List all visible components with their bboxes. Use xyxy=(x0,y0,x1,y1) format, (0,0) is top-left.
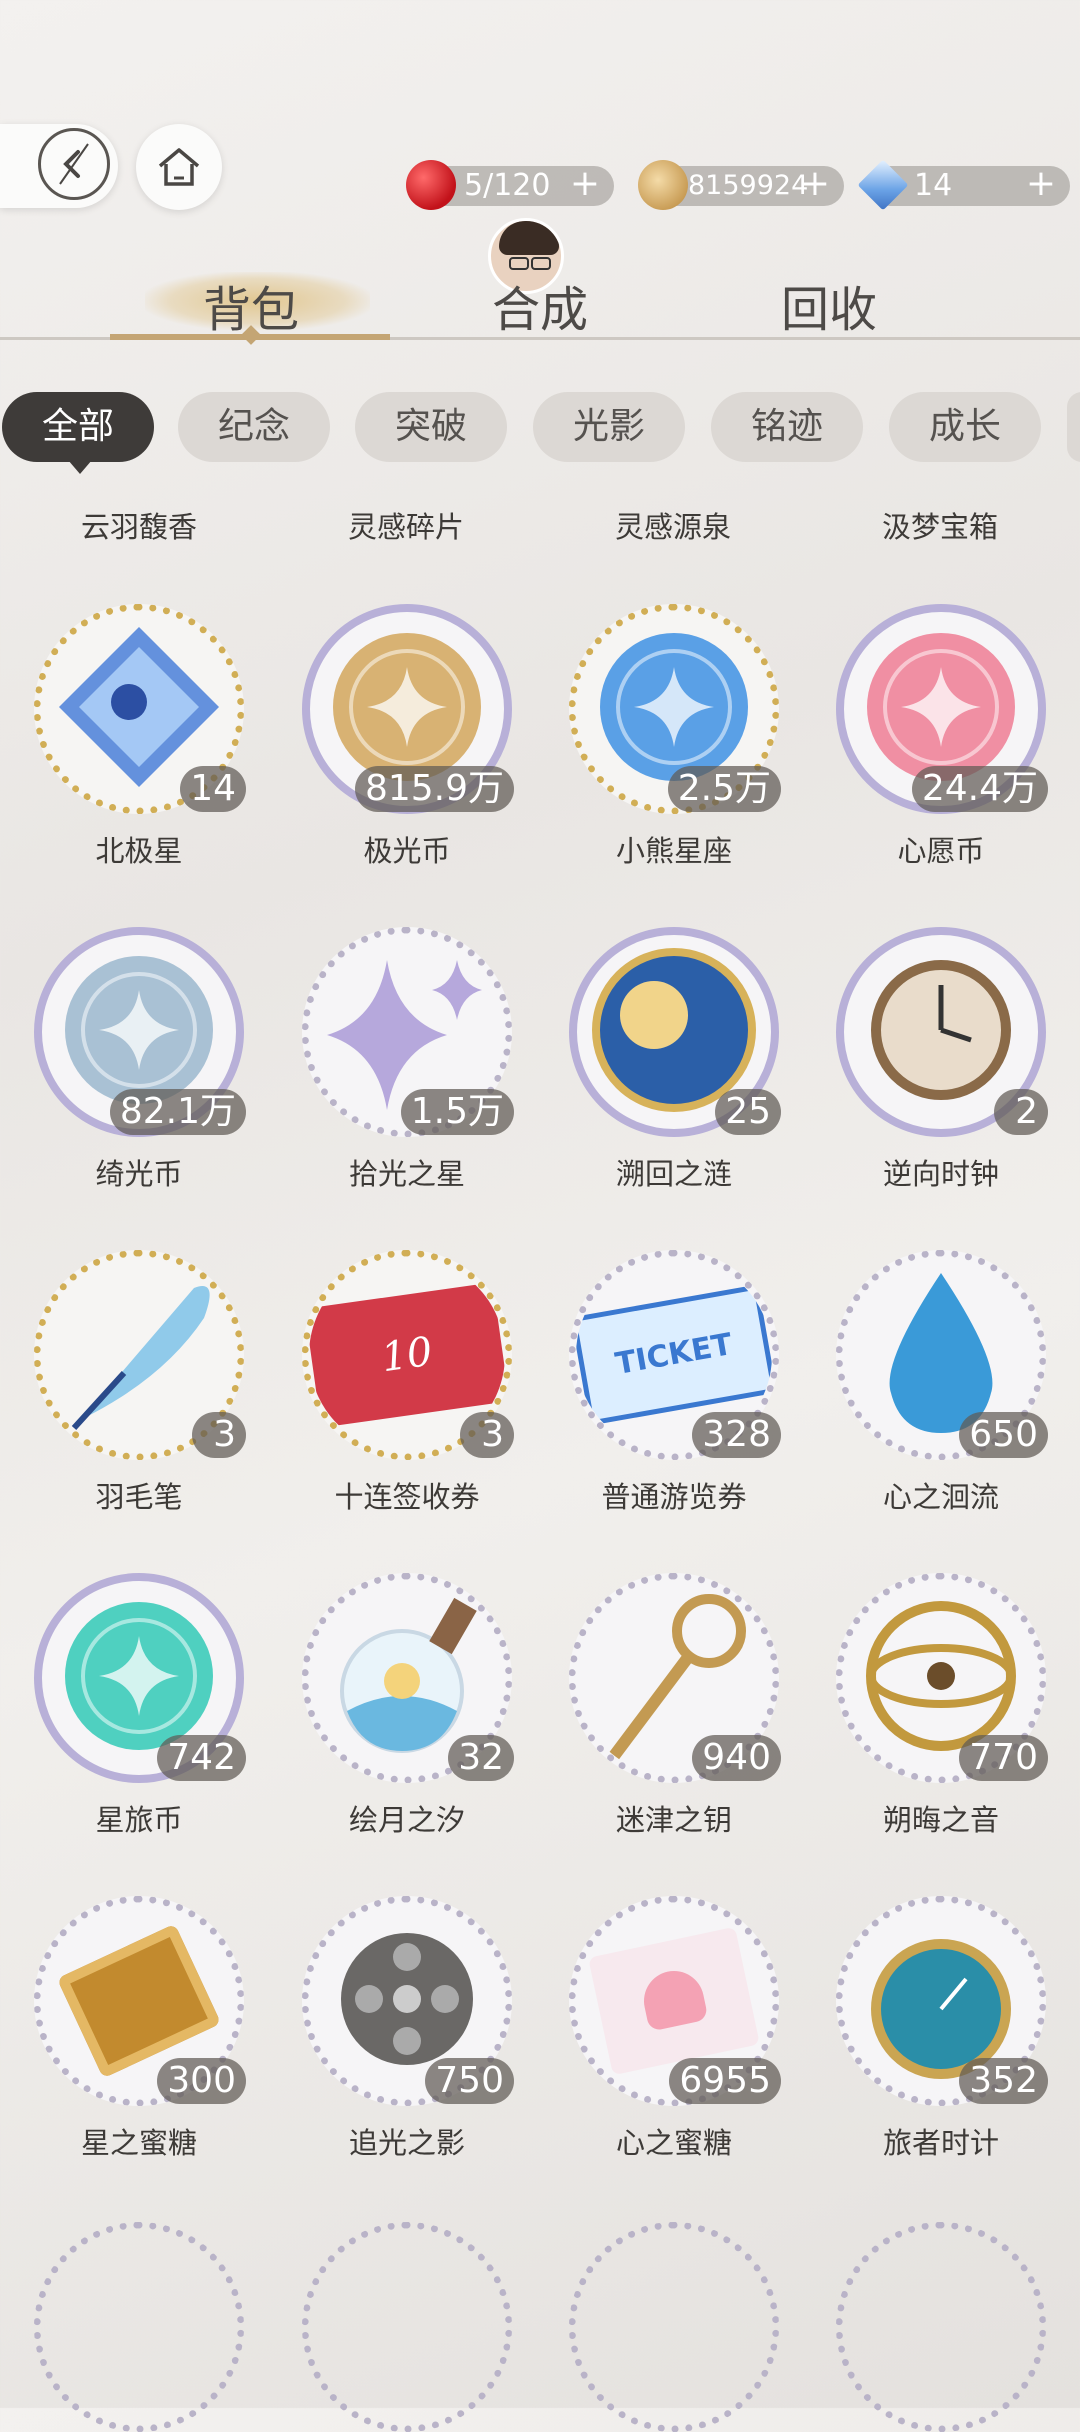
subtab-growth[interactable]: 成长 xyxy=(889,392,1041,462)
subtab-inscription[interactable]: 铭迹 xyxy=(711,392,863,462)
item-count-badge: 2.5万 xyxy=(667,766,781,812)
item-name: 拾光之星 xyxy=(348,1157,465,1191)
item-slot[interactable]: 14 北极星 xyxy=(34,604,246,904)
item-count-badge: 650 xyxy=(959,1412,1048,1458)
subtab-memorial[interactable]: 纪念 xyxy=(178,392,330,462)
item-slot[interactable]: 650 心之洄流 xyxy=(836,1250,1048,1550)
item-count-badge: 1.5万 xyxy=(400,1089,514,1135)
item-name: 星旅币 xyxy=(95,1803,183,1837)
item-slot[interactable]: 3 羽毛笔 xyxy=(34,1250,246,1550)
item-count-badge: 3 xyxy=(192,1412,246,1458)
reverse-clock-icon xyxy=(856,945,1026,1119)
item-name: 迷津之钥 xyxy=(615,1803,732,1837)
item-name: 心之洄流 xyxy=(882,1480,999,1514)
coin-icon xyxy=(638,160,688,210)
item-name: 绘月之汐 xyxy=(348,1803,465,1837)
item-count-badge: 82.1万 xyxy=(109,1089,246,1135)
item-name: 溯回之涟 xyxy=(615,1157,732,1191)
item-slot[interactable]: 2 逆向时钟 xyxy=(836,927,1048,1227)
item-count-badge: 24.4万 xyxy=(911,766,1048,812)
subtab-pointer-icon xyxy=(68,460,92,474)
item-count-badge: 6955 xyxy=(669,2058,781,2104)
ten-pull-ticket-icon: 10 xyxy=(309,1282,505,1428)
item-slot[interactable]: 24.4万心愿币 xyxy=(836,604,1048,904)
subtab-more[interactable] xyxy=(1067,392,1080,462)
item-slot[interactable]: 815.9万极光币 xyxy=(302,604,514,904)
item-name: 心愿币 xyxy=(897,834,985,868)
heart-candy-icon xyxy=(588,1926,760,2076)
subtab-all[interactable]: 全部 xyxy=(2,392,154,462)
item-slot[interactable]: 742 星旅币 xyxy=(34,1573,246,1873)
item-name: 北极星 xyxy=(95,834,183,868)
item-name: 朔晦之音 xyxy=(882,1803,999,1837)
add-diamond-button[interactable]: + xyxy=(1026,164,1056,204)
item-count-badge: 352 xyxy=(959,2058,1048,2104)
item-slot-bottom-0[interactable] xyxy=(34,2222,244,2432)
item-count-badge: 815.9万 xyxy=(354,766,514,812)
item-count-badge: 300 xyxy=(157,2058,246,2104)
item-slot-bottom-2[interactable] xyxy=(569,2222,779,2432)
item-name-top-0[interactable]: 云羽馥香 xyxy=(14,504,264,546)
item-count-badge: 770 xyxy=(959,1735,1048,1781)
item-slot[interactable]: 750 追光之影 xyxy=(302,1896,514,2196)
item-name: 星之蜜糖 xyxy=(80,2126,197,2160)
back-arrow-icon xyxy=(38,128,110,200)
star-candy-icon xyxy=(56,1923,222,2079)
home-button[interactable] xyxy=(136,124,222,210)
item-slot[interactable]: 352 旅者时计 xyxy=(836,1896,1048,2196)
item-name: 追光之影 xyxy=(348,2126,465,2160)
tab-recycle[interactable]: 回收 xyxy=(781,270,877,340)
item-name: 绮光币 xyxy=(95,1157,183,1191)
item-name: 普通游览券 xyxy=(601,1480,747,1514)
tab-synthesis[interactable]: 合成 xyxy=(492,270,588,340)
item-name-top-1[interactable]: 灵感碎片 xyxy=(281,504,531,546)
home-icon xyxy=(158,148,200,186)
item-name: 十连签收券 xyxy=(334,1480,480,1514)
apple-icon xyxy=(406,160,456,210)
coin-value: 8159924 xyxy=(688,170,809,201)
subtab-light-shadow[interactable]: 光影 xyxy=(533,392,685,462)
diamond-value: 14 xyxy=(914,168,953,203)
item-name: 逆向时钟 xyxy=(882,1157,999,1191)
item-slot[interactable]: TICKET 328 普通游览券 xyxy=(569,1250,781,1550)
item-count-badge: 940 xyxy=(692,1735,781,1781)
item-slot[interactable]: 25 溯回之涟 xyxy=(569,927,781,1227)
back-button[interactable] xyxy=(0,124,118,208)
item-count-badge: 750 xyxy=(425,2058,514,2104)
item-slot[interactable]: 940 迷津之钥 xyxy=(569,1573,781,1873)
item-name: 心之蜜糖 xyxy=(615,2126,732,2160)
item-name: 羽毛笔 xyxy=(95,1480,183,1514)
item-slot[interactable]: 82.1万绮光币 xyxy=(34,927,246,1227)
item-name-top-2[interactable]: 灵感源泉 xyxy=(548,504,798,546)
item-slot-bottom-3[interactable] xyxy=(836,2222,1046,2432)
item-count-badge: 742 xyxy=(157,1735,246,1781)
item-slot[interactable]: 6955 心之蜜糖 xyxy=(569,1896,781,2196)
item-name: 旅者时计 xyxy=(882,2126,999,2160)
add-coin-button[interactable]: + xyxy=(800,164,830,204)
item-slot-bottom-1[interactable] xyxy=(302,2222,512,2432)
item-count-badge: 14 xyxy=(180,766,246,812)
diamond-counter[interactable]: 14 + xyxy=(857,159,1070,211)
item-count-badge: 32 xyxy=(448,1735,514,1781)
item-count-badge: 3 xyxy=(460,1412,514,1458)
subtab-breakthrough[interactable]: 突破 xyxy=(355,392,507,462)
item-slot[interactable]: 32 绘月之汐 xyxy=(302,1573,514,1873)
item-count-badge: 2 xyxy=(994,1089,1048,1135)
item-name: 极光币 xyxy=(363,834,451,868)
item-slot[interactable]: 770 朔晦之音 xyxy=(836,1573,1048,1873)
item-slot[interactable]: 300 星之蜜糖 xyxy=(34,1896,246,2196)
item-name: 小熊星座 xyxy=(615,834,732,868)
item-name-top-3[interactable]: 汲梦宝箱 xyxy=(815,504,1065,546)
item-count-badge: 328 xyxy=(692,1412,781,1458)
tour-ticket-icon: TICKET xyxy=(576,1284,772,1426)
diamond-icon xyxy=(857,159,909,211)
coin-counter[interactable]: 8159924 + xyxy=(638,160,844,210)
item-slot[interactable]: 1.5万拾光之星 xyxy=(302,927,514,1227)
item-slot[interactable]: 2.5万小熊星座 xyxy=(569,604,781,904)
item-slot[interactable]: 10 3 十连签收券 xyxy=(302,1250,514,1550)
add-energy-button[interactable]: + xyxy=(570,164,600,204)
item-count-badge: 25 xyxy=(715,1089,781,1135)
apple-energy-value: 5/120 xyxy=(464,168,551,203)
apple-energy-counter[interactable]: 5/120 + xyxy=(406,160,614,210)
